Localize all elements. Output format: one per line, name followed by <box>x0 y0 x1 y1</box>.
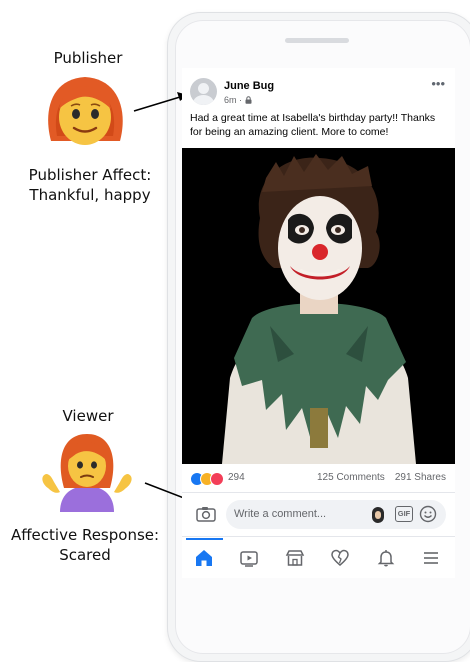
sticker-avatar-icon[interactable] <box>372 507 384 523</box>
facebook-post-screen: June Bug 6m · ••• Had a great time at Is… <box>182 68 455 578</box>
comment-input[interactable]: Write a comment... GIF <box>226 500 446 529</box>
comment-placeholder: Write a comment... <box>234 508 327 520</box>
post-photo[interactable] <box>182 148 455 464</box>
post-text: Had a great time at Isabella's birthday … <box>190 112 436 138</box>
hamburger-icon <box>424 552 438 564</box>
post-meta: 6m · <box>224 95 252 105</box>
bottom-tab-bar <box>182 538 455 578</box>
camera-icon[interactable] <box>196 506 216 522</box>
post-time: 6m <box>224 95 237 105</box>
post-stats: 294 125 Comments 291 Shares <box>182 470 455 488</box>
tab-notifications[interactable] <box>364 538 409 578</box>
post-header: June Bug 6m · ••• <box>182 68 455 108</box>
author-name[interactable]: June Bug <box>224 80 274 92</box>
tabbar-divider <box>182 536 455 537</box>
publisher-arrow <box>133 92 188 112</box>
gif-button[interactable]: GIF <box>395 506 413 522</box>
emoji-picker-icon[interactable] <box>419 505 437 523</box>
privacy-lock-icon <box>245 96 252 104</box>
tab-home[interactable] <box>182 538 227 578</box>
tab-dating[interactable] <box>318 538 363 578</box>
shop-icon <box>285 550 305 566</box>
bell-icon <box>377 550 395 567</box>
comments-count[interactable]: 125 Comments <box>317 472 385 483</box>
author-avatar[interactable] <box>190 78 217 105</box>
reaction-count[interactable]: 294 <box>228 472 245 483</box>
tab-menu[interactable] <box>409 538 454 578</box>
love-icon <box>210 472 224 486</box>
comment-bar: Write a comment... GIF <box>182 498 455 532</box>
tab-watch[interactable] <box>227 538 272 578</box>
heart-icon <box>331 549 349 566</box>
home-icon <box>196 550 212 566</box>
shares-count[interactable]: 291 Shares <box>395 472 446 483</box>
more-dots-icon[interactable]: ••• <box>431 76 445 91</box>
stats-divider <box>182 492 455 493</box>
clown-photo-image <box>182 148 455 464</box>
play-icon <box>240 551 258 567</box>
tab-marketplace[interactable] <box>273 538 318 578</box>
